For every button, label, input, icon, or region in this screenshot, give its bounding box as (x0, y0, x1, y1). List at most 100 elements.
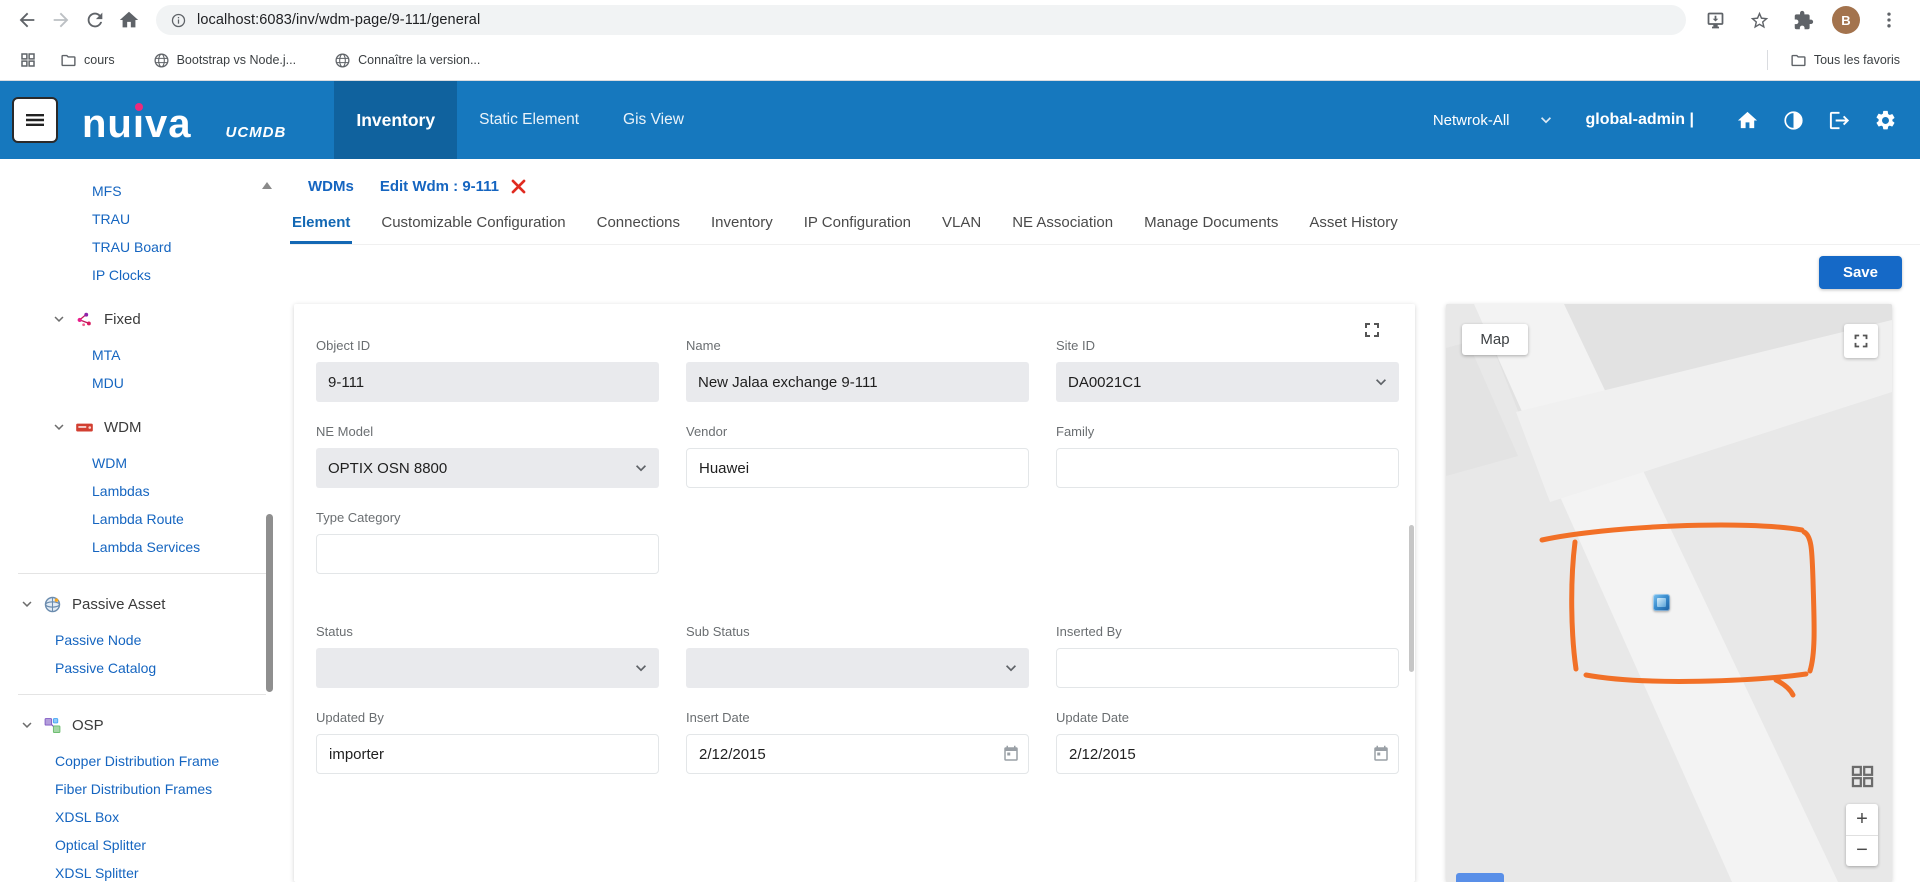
forward-icon[interactable] (44, 3, 78, 37)
text-input-family[interactable] (1056, 448, 1399, 488)
tab-inventory[interactable]: Inventory (709, 212, 775, 244)
form-scrollbar-thumb[interactable] (1409, 525, 1414, 672)
apps-shortcut[interactable] (14, 46, 42, 74)
select-input-site-id[interactable]: DA0021C1 (1056, 362, 1399, 402)
sidebar-item-trau[interactable]: TRAU (0, 205, 284, 233)
sidebar-item-lambda-route[interactable]: Lambda Route (0, 505, 284, 533)
select-input-status[interactable] (316, 648, 659, 688)
tab-asset-history[interactable]: Asset History (1307, 212, 1399, 244)
sidebar-item-mfs[interactable]: MFS (0, 177, 284, 205)
sidebar-item-trau-board[interactable]: TRAU Board (0, 233, 284, 261)
menu-button[interactable] (12, 97, 58, 143)
sidebar-scrollbar-thumb[interactable] (266, 514, 273, 692)
text-input-type-category[interactable] (316, 534, 659, 574)
tab-customizable-configuration[interactable]: Customizable Configuration (379, 212, 567, 244)
date-input-insert-date[interactable]: 2/12/2015 (686, 734, 1029, 774)
install-app-icon[interactable] (1700, 5, 1730, 35)
text-input-updated-by[interactable]: importer (316, 734, 659, 774)
tab-connections[interactable]: Connections (595, 212, 682, 244)
extensions-icon[interactable] (1788, 5, 1818, 35)
tab-ne-association[interactable]: NE Association (1010, 212, 1115, 244)
sidebar-item-passive-catalog[interactable]: Passive Catalog (0, 654, 284, 682)
close-icon[interactable] (509, 177, 528, 196)
bookmark-item-bootstrap-vs-node-j[interactable]: Bootstrap vs Node.j... (147, 48, 303, 73)
tab-manage-documents[interactable]: Manage Documents (1142, 212, 1280, 244)
home-button[interactable] (112, 3, 146, 37)
network-selector[interactable]: Netwrok-All (1433, 110, 1556, 130)
zoom-out-button[interactable]: − (1846, 836, 1878, 867)
browser-menu-icon[interactable] (1874, 5, 1904, 35)
sidebar-item-xdsl-box[interactable]: XDSL Box (0, 803, 284, 831)
field-label: Status (316, 624, 659, 639)
field-value: OPTIX OSN 8800 (328, 460, 447, 477)
map-layer-button[interactable]: Map (1462, 324, 1528, 355)
bookmark-item-cours[interactable]: cours (54, 48, 121, 73)
sidebar-item-mdu[interactable]: MDU (0, 369, 284, 397)
field-label: Updated By (316, 710, 659, 725)
sidebar-group-fixed[interactable]: Fixed (0, 304, 284, 334)
sidebar-item-xdsl-splitter[interactable]: XDSL Splitter (0, 859, 284, 882)
sidebar-item-optical-splitter[interactable]: Optical Splitter (0, 831, 284, 859)
gear-icon (1874, 109, 1897, 132)
url-text: localhost:6083/inv/wdm-page/9-111/genera… (197, 12, 480, 28)
sidebar-item-lambdas[interactable]: Lambdas (0, 477, 284, 505)
select-input-ne-model[interactable]: OPTIX OSN 8800 (316, 448, 659, 488)
field-label: Vendor (686, 424, 1029, 439)
text-input-name[interactable]: New Jalaa exchange 9-111 (686, 362, 1029, 402)
sidebar-item-copper-distribution-frame[interactable]: Copper Distribution Frame (0, 747, 284, 775)
tab-vlan[interactable]: VLAN (940, 212, 983, 244)
sidebar-item-mta[interactable]: MTA (0, 341, 284, 369)
expand-form-icon[interactable] (1354, 312, 1390, 348)
sidebar-item-ip-clocks[interactable]: IP Clocks (0, 261, 284, 289)
tab-element[interactable]: Element (290, 212, 352, 244)
address-bar[interactable]: localhost:6083/inv/wdm-page/9-111/genera… (156, 5, 1686, 35)
bookmark-star-icon[interactable] (1744, 5, 1774, 35)
sidebar-group-wdm[interactable]: WDM (0, 412, 284, 442)
refresh-icon[interactable] (78, 3, 112, 37)
back-icon[interactable] (10, 3, 44, 37)
text-input-object-id[interactable]: 9-111 (316, 362, 659, 402)
logout-button[interactable] (1824, 105, 1854, 135)
puzzle-icon (1793, 10, 1814, 31)
bookmark-item-conna-tre-la-version[interactable]: Connaître la version... (328, 48, 486, 73)
sidebar-divider (18, 573, 266, 574)
save-button[interactable]: Save (1819, 256, 1902, 289)
calendar-icon (1372, 745, 1390, 763)
map-canvas[interactable] (1446, 304, 1892, 882)
text-input-vendor[interactable]: Huawei (686, 448, 1029, 488)
breadcrumb-current[interactable]: Edit Wdm : 9-111 (380, 178, 499, 195)
header-tab-inventory[interactable]: Inventory (334, 81, 457, 159)
sidebar-item-wdm[interactable]: WDM (0, 449, 284, 477)
settings-button[interactable] (1870, 105, 1900, 135)
sidebar-scroll-up-icon[interactable] (262, 177, 272, 189)
network-element-marker-icon[interactable] (1653, 594, 1670, 611)
app-header: nuıva UCMDB InventoryStatic ElementGis V… (0, 81, 1920, 159)
date-input-update-date[interactable]: 2/12/2015 (1056, 734, 1399, 774)
form-field-vendor: Vendor Huawei (686, 424, 1029, 488)
sidebar-group-osp[interactable]: OSP (0, 710, 284, 740)
form-field-ne-model: NE ModelOPTIX OSN 8800 (316, 424, 659, 488)
text-input-inserted-by[interactable] (1056, 648, 1399, 688)
form-field-site-id: Site IDDA0021C1 (1056, 338, 1399, 402)
expand-map-icon[interactable] (1844, 324, 1878, 358)
sidebar-group-passive-asset[interactable]: Passive Asset (0, 589, 284, 619)
theme-contrast-button[interactable] (1778, 105, 1808, 135)
profile-avatar[interactable]: B (1832, 6, 1860, 34)
tab-ip-configuration[interactable]: IP Configuration (802, 212, 913, 244)
sidebar-item-fiber-distribution-frames[interactable]: Fiber Distribution Frames (0, 775, 284, 803)
chevron-down-icon (1371, 372, 1391, 392)
select-input-sub-status[interactable] (686, 648, 1029, 688)
fixed-category-icon (74, 309, 95, 330)
map-panel[interactable]: Map + − (1446, 304, 1892, 882)
bookmarks-separator (1767, 50, 1768, 70)
zoom-in-button[interactable]: + (1846, 804, 1878, 836)
sidebar-item-passive-node[interactable]: Passive Node (0, 626, 284, 654)
header-tab-static-element[interactable]: Static Element (457, 81, 601, 159)
breadcrumb-root[interactable]: WDMs (308, 178, 354, 195)
all-bookmarks-folder[interactable]: Tous les favoris (1784, 48, 1906, 73)
header-tab-gis-view[interactable]: Gis View (601, 81, 706, 159)
sidebar-item-lambda-services[interactable]: Lambda Services (0, 533, 284, 561)
site-info-icon[interactable] (170, 12, 187, 29)
home-nav-button[interactable] (1732, 105, 1762, 135)
map-grid-icon[interactable] (1849, 763, 1876, 790)
